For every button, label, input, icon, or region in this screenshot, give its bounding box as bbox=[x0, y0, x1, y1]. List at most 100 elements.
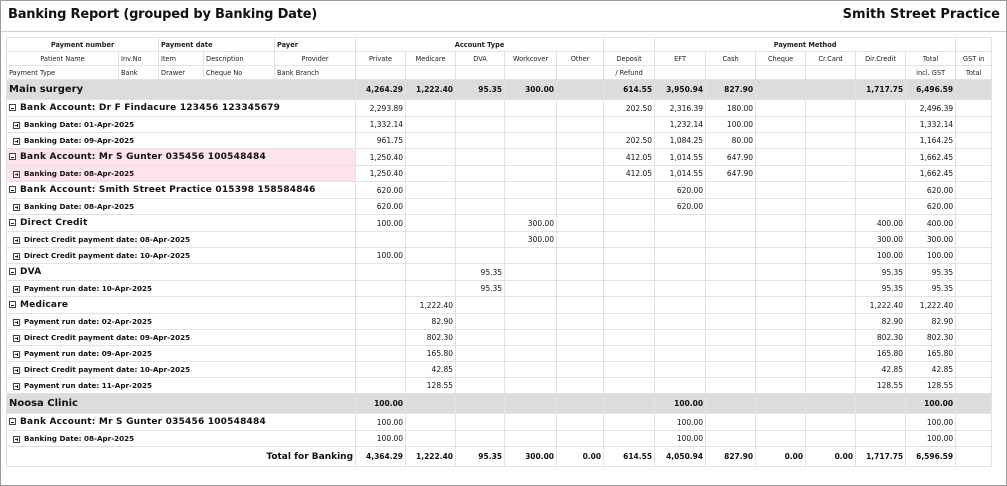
cell-cash bbox=[705, 413, 757, 431]
cell-eft: 100.00 bbox=[654, 413, 707, 431]
cell-private bbox=[355, 263, 407, 281]
cell-total: 128.55 bbox=[905, 377, 957, 394]
cell-deposit bbox=[603, 377, 656, 394]
cell-other bbox=[556, 165, 605, 182]
cell-other bbox=[556, 181, 605, 199]
expand-toggle-icon[interactable] bbox=[13, 170, 20, 178]
cell-workcover bbox=[504, 148, 558, 166]
expand-toggle-icon[interactable] bbox=[13, 366, 20, 374]
collapse-toggle-icon[interactable] bbox=[9, 186, 16, 193]
cell-medicare bbox=[405, 165, 457, 182]
cell-deposit: 202.50 bbox=[603, 99, 656, 117]
cell-cash: 647.90 bbox=[705, 165, 757, 182]
cell-other bbox=[556, 263, 605, 281]
header-account-type: Account Type bbox=[355, 37, 605, 52]
expand-toggle-icon[interactable] bbox=[13, 435, 20, 443]
cell-other bbox=[556, 132, 605, 149]
cell-total: 620.00 bbox=[905, 198, 957, 215]
header-gst-in: GST in bbox=[955, 51, 993, 66]
cell-total: 1,662.45 bbox=[905, 148, 957, 166]
expand-toggle-icon[interactable] bbox=[13, 318, 20, 326]
cell-deposit bbox=[603, 361, 656, 378]
expand-toggle-icon[interactable] bbox=[13, 350, 20, 358]
header-refund: / Refund bbox=[603, 65, 656, 80]
cell-gst bbox=[955, 313, 993, 330]
cell-cheque bbox=[755, 99, 807, 117]
cell-medicare bbox=[405, 132, 457, 149]
cell-cheque bbox=[755, 198, 807, 215]
cell-deposit bbox=[603, 280, 656, 297]
expand-toggle-icon[interactable] bbox=[13, 121, 20, 129]
cell-workcover bbox=[504, 413, 558, 431]
cell-eft: 1,014.55 bbox=[654, 165, 707, 182]
row-label: Bank Account: Mr S Gunter 035456 1005484… bbox=[5, 148, 357, 166]
banking-date-row: Payment run date: 02-Apr-2025 82.90 82.90 8… bbox=[5, 313, 993, 330]
cell-cheque bbox=[755, 165, 807, 182]
cell-workcover bbox=[504, 247, 558, 264]
header-dircredit: Dir.Credit bbox=[855, 51, 907, 66]
header-total: Total bbox=[905, 51, 957, 66]
expand-toggle-icon[interactable] bbox=[13, 137, 20, 145]
header-cash: Cash bbox=[705, 51, 757, 66]
collapse-toggle-icon[interactable] bbox=[9, 301, 16, 308]
cell-gst bbox=[955, 263, 993, 281]
cell-dva bbox=[455, 329, 506, 346]
cell-gst bbox=[955, 231, 993, 248]
account-row: Bank Account: Dr F Findacure 123456 1233… bbox=[5, 99, 993, 117]
cell-gst bbox=[955, 165, 993, 182]
practice-name: Smith Street Practice bbox=[842, 7, 1000, 22]
header-cheque: Cheque bbox=[755, 51, 807, 66]
cell-dva: 95.35 bbox=[455, 263, 506, 281]
expand-toggle-icon[interactable] bbox=[13, 285, 20, 293]
account-row: Bank Account: Mr S Gunter 035456 1005484… bbox=[5, 148, 993, 166]
header-crcard: Cr.Card bbox=[805, 51, 857, 66]
cell-medicare bbox=[405, 280, 457, 297]
cell-medicare bbox=[405, 430, 457, 447]
cell-eft bbox=[654, 296, 707, 314]
cell-deposit bbox=[603, 345, 656, 362]
cell-cash: 180.00 bbox=[705, 99, 757, 117]
collapse-toggle-icon[interactable] bbox=[9, 104, 16, 111]
header-item: Item bbox=[158, 51, 205, 66]
cell-cash bbox=[705, 214, 757, 232]
cell-dva bbox=[455, 181, 506, 199]
cell-eft bbox=[654, 280, 707, 297]
row-label-text: Direct Credit payment date: 09-Apr-2025 bbox=[24, 333, 191, 342]
row-label-text: Payment run date: 10-Apr-2025 bbox=[24, 284, 152, 293]
row-label: Payment run date: 09-Apr-2025 bbox=[5, 345, 357, 362]
row-label-text: Direct Credit bbox=[20, 218, 88, 228]
cell-dva bbox=[455, 393, 506, 414]
cell-crcard bbox=[805, 79, 857, 100]
cell-other bbox=[556, 345, 605, 362]
banking-date-row: Banking Date: 08-Apr-2025 620.00 620.00 620… bbox=[5, 198, 993, 215]
expand-toggle-icon[interactable] bbox=[13, 203, 20, 211]
total-cheque: 0.00 bbox=[755, 446, 807, 467]
cell-dircredit: 400.00 bbox=[855, 214, 907, 232]
collapse-toggle-icon[interactable] bbox=[9, 153, 16, 160]
cell-cheque bbox=[755, 413, 807, 431]
cell-deposit: 614.55 bbox=[603, 79, 656, 100]
cell-cheque bbox=[755, 296, 807, 314]
cell-workcover bbox=[504, 377, 558, 394]
collapse-toggle-icon[interactable] bbox=[9, 268, 16, 275]
collapse-toggle-icon[interactable] bbox=[9, 418, 16, 425]
cell-eft: 3,950.94 bbox=[654, 79, 707, 100]
expand-toggle-icon[interactable] bbox=[13, 334, 20, 342]
cell-eft bbox=[654, 231, 707, 248]
expand-toggle-icon[interactable] bbox=[13, 252, 20, 260]
cell-gst bbox=[955, 214, 993, 232]
header-gst-total: Total bbox=[955, 65, 993, 80]
header-patient-name: Patient Name bbox=[6, 51, 119, 66]
expand-toggle-icon[interactable] bbox=[13, 236, 20, 244]
cell-gst bbox=[955, 377, 993, 394]
cell-cash bbox=[705, 280, 757, 297]
cell-eft bbox=[654, 214, 707, 232]
column-header: Payment number Payment date Payer Accoun… bbox=[5, 37, 993, 80]
cell-private: 4,264.29 bbox=[355, 79, 407, 100]
cell-crcard bbox=[805, 132, 857, 149]
cell-dircredit bbox=[855, 393, 907, 414]
cell-workcover bbox=[504, 181, 558, 199]
cell-other bbox=[556, 214, 605, 232]
expand-toggle-icon[interactable] bbox=[13, 382, 20, 390]
collapse-toggle-icon[interactable] bbox=[9, 219, 16, 226]
